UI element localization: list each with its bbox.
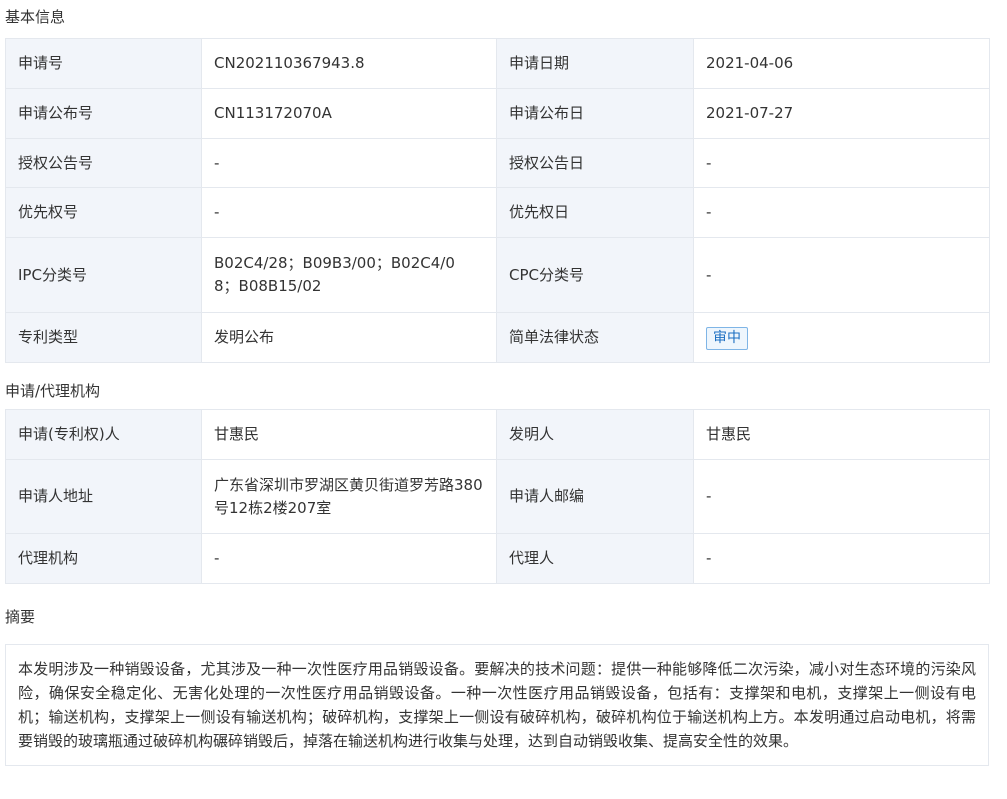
agent-label: 代理人 [496, 533, 694, 584]
priority-date-label: 优先权日 [496, 187, 694, 238]
section-title-basic-info: 基本信息 [5, 8, 66, 26]
applicant-address-value: 广东省深圳市罗湖区黄贝街道罗芳路380号12栋2楼207室 [201, 459, 497, 534]
grant-number-label: 授权公告号 [5, 138, 202, 188]
ipc-classification-value: B02C4/28；B09B3/00；B02C4/08；B08B15/02 [201, 237, 497, 313]
patent-type-value: 发明公布 [201, 312, 497, 363]
publication-number-value: CN113172070A [201, 88, 497, 139]
agency-label: 代理机构 [5, 533, 202, 584]
cpc-classification-label: CPC分类号 [496, 237, 694, 313]
publication-number-label: 申请公布号 [5, 88, 202, 139]
agency-info-table: 申请(专利权)人 甘惠民 发明人 甘惠民 申请人地址 广东省深圳市罗湖区黄贝街道… [5, 409, 990, 584]
publication-date-value: 2021-07-27 [693, 88, 990, 139]
inventor-value: 甘惠民 [693, 409, 990, 460]
grant-date-label: 授权公告日 [496, 138, 694, 188]
section-title-agency: 申请/代理机构 [5, 382, 101, 400]
section-title-abstract: 摘要 [5, 608, 36, 626]
table-row: 代理机构 - 代理人 - [5, 533, 990, 584]
grant-date-value: - [693, 138, 990, 188]
table-row: 专利类型 发明公布 简单法律状态 审中 [5, 312, 990, 363]
legal-status-label: 简单法律状态 [496, 312, 694, 363]
grant-number-value: - [201, 138, 497, 188]
applicant-postcode-label: 申请人邮编 [496, 459, 694, 534]
priority-number-value: - [201, 187, 497, 238]
ipc-classification-label: IPC分类号 [5, 237, 202, 313]
applicant-address-label: 申请人地址 [5, 459, 202, 534]
table-row: 优先权号 - 优先权日 - [5, 187, 990, 238]
inventor-label: 发明人 [496, 409, 694, 460]
patent-type-label: 专利类型 [5, 312, 202, 363]
application-date-label: 申请日期 [496, 38, 694, 89]
table-row: IPC分类号 B02C4/28；B09B3/00；B02C4/08；B08B15… [5, 237, 990, 313]
cpc-classification-value: - [693, 237, 990, 313]
table-row: 申请公布号 CN113172070A 申请公布日 2021-07-27 [5, 88, 990, 139]
agent-value: - [693, 533, 990, 584]
priority-date-value: - [693, 187, 990, 238]
application-number-label: 申请号 [5, 38, 202, 89]
applicant-label: 申请(专利权)人 [5, 409, 202, 460]
agency-value: - [201, 533, 497, 584]
status-badge: 审中 [706, 326, 748, 350]
abstract-text: 本发明涉及一种销毁设备，尤其涉及一种一次性医疗用品销毁设备。要解决的技术问题：提… [5, 644, 989, 766]
table-row: 申请号 CN202110367943.8 申请日期 2021-04-06 [5, 38, 990, 89]
applicant-value: 甘惠民 [201, 409, 497, 460]
table-row: 授权公告号 - 授权公告日 - [5, 138, 990, 188]
table-row: 申请人地址 广东省深圳市罗湖区黄贝街道罗芳路380号12栋2楼207室 申请人邮… [5, 459, 990, 534]
applicant-postcode-value: - [693, 459, 990, 534]
application-number-value: CN202110367943.8 [201, 38, 497, 89]
basic-info-table: 申请号 CN202110367943.8 申请日期 2021-04-06 申请公… [5, 38, 990, 363]
publication-date-label: 申请公布日 [496, 88, 694, 139]
legal-status-cell: 审中 [693, 312, 990, 363]
table-row: 申请(专利权)人 甘惠民 发明人 甘惠民 [5, 409, 990, 460]
priority-number-label: 优先权号 [5, 187, 202, 238]
application-date-value: 2021-04-06 [693, 38, 990, 89]
